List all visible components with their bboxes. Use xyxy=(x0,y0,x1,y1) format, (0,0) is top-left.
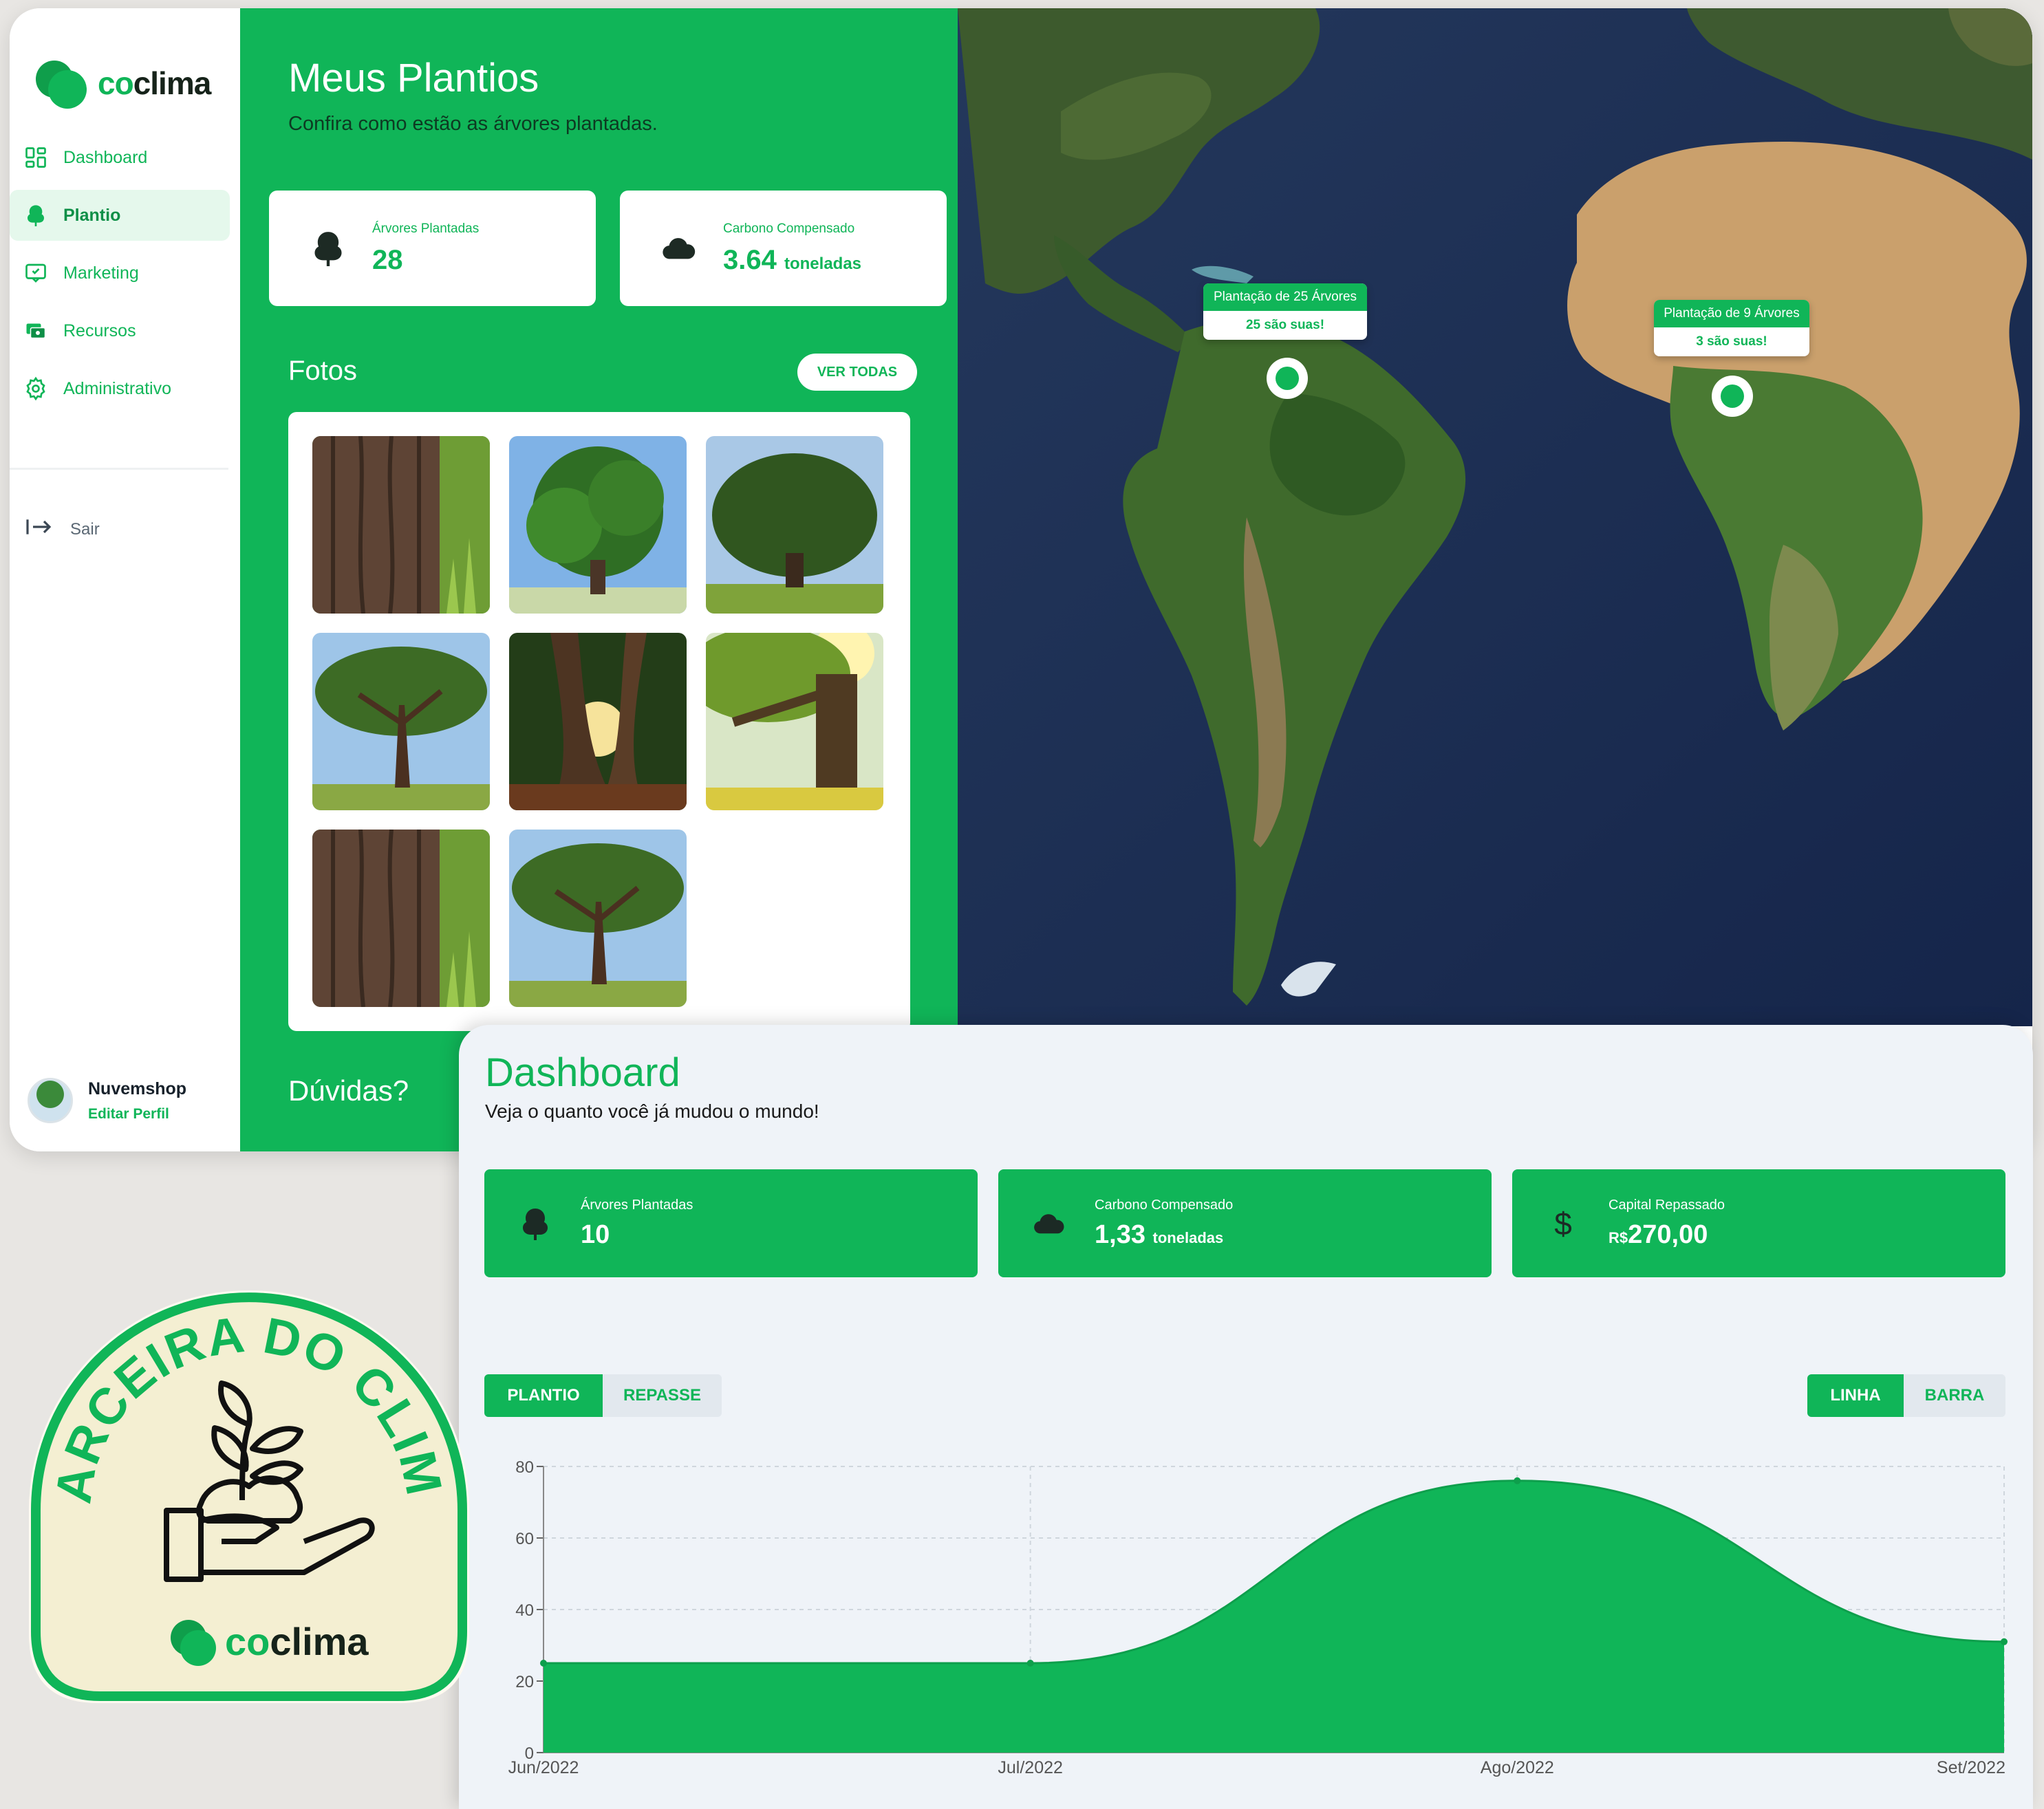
sidebar-item-dashboard[interactable]: Dashboard xyxy=(10,132,230,183)
photo-thumbnail[interactable] xyxy=(509,633,687,810)
x-tick-label: Ago/2022 xyxy=(1481,1758,1554,1777)
logout-icon xyxy=(25,517,52,541)
photo-thumbnail[interactable] xyxy=(509,830,687,1007)
photos-title: Fotos xyxy=(288,356,358,386)
y-tick-label: 40 xyxy=(515,1601,534,1620)
data-point xyxy=(2001,1638,2008,1645)
stat-label: Árvores Plantadas xyxy=(372,221,480,236)
photo-thumbnail[interactable] xyxy=(312,436,490,614)
partner-badge: PARCEIRA DO CLIMA coclima xyxy=(15,1249,469,1703)
map-marker-popup[interactable]: Plantação de 25 Árvores 25 são suas! xyxy=(1203,283,1367,340)
sidebar-item-label: Plantio xyxy=(63,205,121,225)
marker-subtitle: 25 são suas! xyxy=(1245,318,1325,332)
stat-value: 28 xyxy=(372,244,403,275)
data-point xyxy=(1514,1477,1521,1484)
area-chart: 020406080Jun/2022 Jul/2022 Ago/2022 Set/202… xyxy=(508,1458,2008,1777)
stat-unit: toneladas xyxy=(784,254,862,273)
sidebar-item-label: Recursos xyxy=(63,321,136,340)
logout-button[interactable]: Sair xyxy=(25,517,100,541)
cloud-icon xyxy=(658,228,700,269)
chat-icon xyxy=(22,259,50,287)
stat-label: Carbono Compensado xyxy=(723,221,855,236)
logo-mark-icon xyxy=(36,56,89,110)
svg-text:coclima: coclima xyxy=(225,1620,369,1663)
questions-link[interactable]: Dúvidas? xyxy=(288,1074,409,1107)
page-subtitle: Confira como estão as árvores plantadas. xyxy=(288,113,658,135)
marker-title: Plantação de 25 Árvores xyxy=(1203,283,1367,311)
page-title: Meus Plantios xyxy=(288,56,539,100)
logo-prefix: co xyxy=(98,65,134,101)
photo-thumbnail[interactable] xyxy=(509,436,687,614)
sidebar-divider xyxy=(10,468,228,470)
sidebar-item-label: Marketing xyxy=(63,263,139,283)
sidebar-item-label: Administrativo xyxy=(63,378,171,398)
y-tick-label: 80 xyxy=(515,1458,534,1477)
sidebar-nav: Dashboard Plantio Marketing Recursos Adm… xyxy=(10,132,230,421)
money-icon xyxy=(22,317,50,345)
photo-thumbnail[interactable] xyxy=(312,830,490,1007)
sidebar-item-plantio[interactable]: Plantio xyxy=(10,190,230,241)
sidebar-item-marketing[interactable]: Marketing xyxy=(10,248,230,299)
logo-suffix: clima xyxy=(133,65,212,101)
grid-icon xyxy=(22,144,50,171)
edit-profile-link[interactable]: Editar Perfil xyxy=(88,1106,186,1123)
plantios-panel: Meus Plantios Confira como estão as árvo… xyxy=(240,8,958,1151)
photo-thumbnail[interactable] xyxy=(312,633,490,810)
view-all-button[interactable]: VER TODAS xyxy=(797,354,917,391)
tree-icon xyxy=(308,228,349,269)
y-tick-label: 60 xyxy=(515,1530,534,1548)
marker-title: Plantação de 9 Árvores xyxy=(1654,300,1809,327)
badge-logo: coclima xyxy=(171,1620,369,1666)
avatar xyxy=(28,1078,73,1123)
map-marker-popup[interactable]: Plantação de 9 Árvores 3 são suas! xyxy=(1654,300,1809,356)
profile-block[interactable]: Nuvemshop Editar Perfil xyxy=(28,1078,186,1123)
tree-icon xyxy=(22,202,50,229)
x-tick-label: Jun/2022 xyxy=(508,1758,579,1777)
area-fill xyxy=(544,1480,2004,1753)
map-pin-icon[interactable] xyxy=(1712,376,1753,417)
gear-icon xyxy=(22,375,50,402)
photo-thumbnail[interactable] xyxy=(706,633,883,810)
x-tick-label: Jul/2022 xyxy=(998,1758,1063,1777)
data-point xyxy=(1026,1660,1034,1667)
data-point xyxy=(540,1660,547,1667)
sidebar-item-label: Dashboard xyxy=(63,147,148,167)
photo-thumbnail[interactable] xyxy=(706,436,883,614)
profile-name: Nuvemshop xyxy=(88,1079,187,1098)
plantios-window: coclima Dashboard Plantio Marketing Recu… xyxy=(10,8,2032,1151)
y-tick-label: 20 xyxy=(515,1673,534,1691)
stat-card-trees: Árvores Plantadas 28 xyxy=(269,191,596,306)
stat-value: 3.64 xyxy=(723,244,777,275)
dashboard-window: Dashboard Veja o quanto você já mudou o … xyxy=(459,1025,2033,1809)
app-logo[interactable]: coclima xyxy=(36,56,211,110)
x-tick-label: Set/2022 xyxy=(1937,1758,2005,1777)
photo-gallery xyxy=(288,412,910,1031)
marker-subtitle: 3 são suas! xyxy=(1696,334,1767,349)
sidebar: coclima Dashboard Plantio Marketing Recu… xyxy=(10,8,240,1151)
map-pin-icon[interactable] xyxy=(1267,358,1308,399)
stat-card-carbon: Carbono Compensado 3.64 toneladas xyxy=(620,191,947,306)
satellite-map[interactable]: Plantação de 25 Árvores 25 são suas! Pla… xyxy=(958,8,2032,1026)
logout-label: Sair xyxy=(70,519,100,539)
sidebar-item-recursos[interactable]: Recursos xyxy=(10,305,230,356)
sidebar-item-administrativo[interactable]: Administrativo xyxy=(10,363,230,414)
map-continents xyxy=(958,8,2032,1026)
